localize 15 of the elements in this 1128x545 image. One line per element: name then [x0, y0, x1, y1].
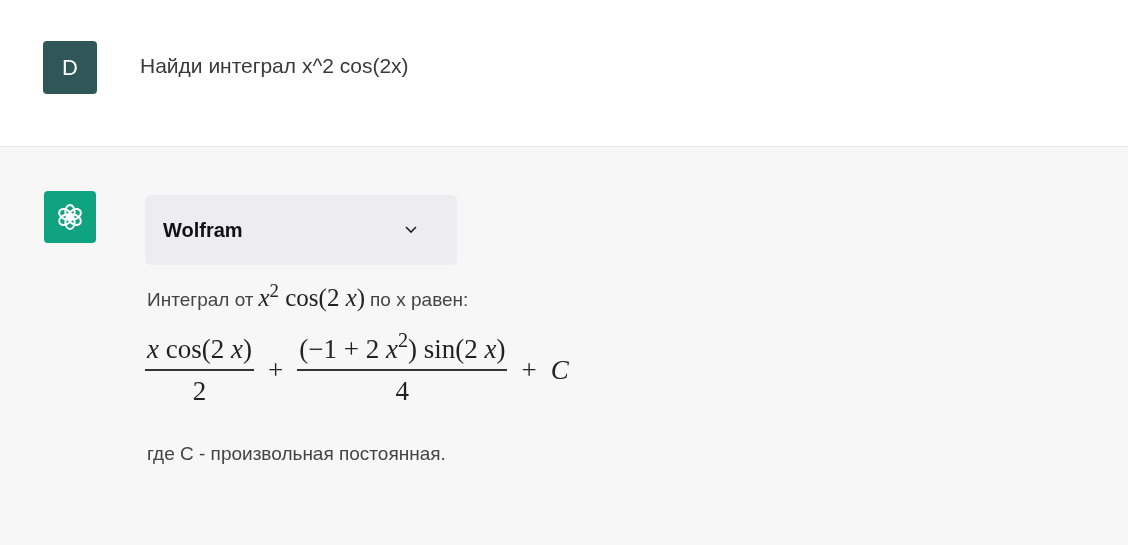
note-text: где C - произвольная постоянная.: [147, 441, 447, 466]
user-message: Найди интеграл x^2 cos(2x): [140, 53, 409, 79]
chevron-icon: [405, 226, 417, 234]
constant-symbol: C: [550, 353, 569, 387]
user-avatar: D: [43, 41, 97, 94]
denominator: 2: [192, 375, 207, 408]
numerator: (−1 + 2 x$^{2}$) sin(2 x): [298, 328, 507, 366]
denominator: 4: [395, 375, 410, 408]
intro-text: по x равен:: [370, 288, 469, 312]
plus-sign: +: [267, 353, 284, 387]
plus-sign: +: [521, 353, 537, 387]
plugin-dropdown[interactable]: Wolfram: [145, 195, 457, 265]
intro-text: Интеграл от: [147, 288, 254, 312]
numerator: x cos(2 x): [145, 332, 253, 366]
inline-math: x$^{2}$ cos(2 x): [258, 279, 366, 314]
